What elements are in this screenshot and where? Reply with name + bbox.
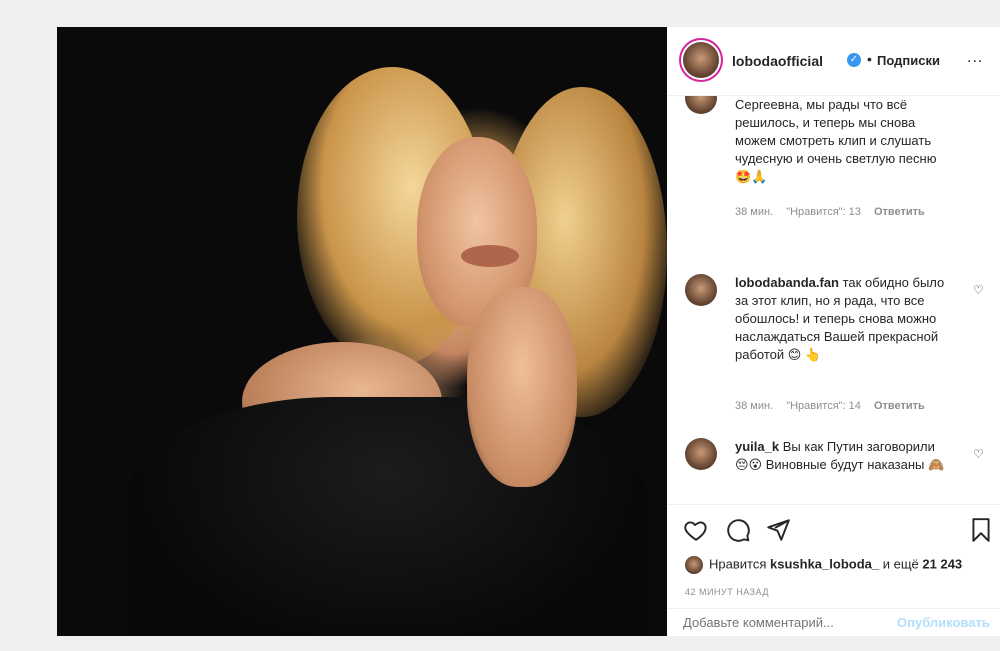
commenter-avatar[interactable] bbox=[685, 274, 717, 306]
comment-like-heart-icon[interactable]: ♡ bbox=[973, 284, 985, 296]
likes-count[interactable]: 21 243 bbox=[922, 556, 962, 571]
share-icon[interactable] bbox=[765, 517, 791, 543]
reply-button[interactable]: Ответить bbox=[874, 206, 925, 218]
comment-username[interactable]: yuila_k bbox=[735, 439, 779, 454]
commenter-avatar[interactable] bbox=[685, 96, 717, 114]
comment-icon[interactable] bbox=[725, 517, 751, 543]
liker-avatar[interactable] bbox=[685, 556, 703, 574]
comment-meta: 38 мин. "Нравится": 14 Ответить bbox=[735, 400, 935, 412]
post-actions: Нравится ksushka_loboda_ и ещё 21 243 42… bbox=[667, 504, 1000, 637]
likes-summary: Нравится ksushka_loboda_ и ещё 21 243 bbox=[685, 556, 962, 574]
comment-likes[interactable]: "Нравится": 13 bbox=[786, 206, 861, 218]
post-sidebar: lobodaofficial ✓ • Подписки ... Сергеевн… bbox=[667, 27, 1000, 636]
author-avatar[interactable] bbox=[683, 42, 719, 78]
likes-prefix: Нравится bbox=[709, 556, 767, 572]
instagram-post: lobodaofficial ✓ • Подписки ... Сергеевн… bbox=[57, 27, 1000, 636]
comment-text: Сергеевна, мы рады что всё решилось, и т… bbox=[735, 97, 937, 184]
add-comment-input[interactable] bbox=[683, 615, 883, 630]
comment-time[interactable]: 38 мин. bbox=[735, 400, 773, 412]
comment-like-heart-icon[interactable]: ♡ bbox=[973, 448, 985, 460]
bookmark-icon[interactable] bbox=[968, 517, 994, 543]
likes-suffix: и ещё bbox=[882, 556, 919, 572]
comment-username[interactable]: lobodabanda.fan bbox=[735, 275, 839, 290]
comment-meta: 38 мин. "Нравится": 13 Ответить bbox=[735, 206, 935, 218]
add-comment-row: Опубликовать bbox=[667, 608, 1000, 637]
author-username[interactable]: lobodaofficial bbox=[732, 53, 823, 69]
heart-icon[interactable] bbox=[683, 517, 709, 543]
comment-likes[interactable]: "Нравится": 14 bbox=[786, 400, 861, 412]
reply-button[interactable]: Ответить bbox=[874, 400, 925, 412]
liker-username[interactable]: ksushka_loboda_ bbox=[770, 556, 879, 571]
commenter-avatar[interactable] bbox=[685, 438, 717, 470]
following-button[interactable]: Подписки bbox=[877, 53, 940, 68]
comment-time[interactable]: 38 мин. bbox=[735, 206, 773, 218]
post-header: lobodaofficial ✓ • Подписки ... bbox=[667, 27, 1000, 96]
verified-badge-icon: ✓ bbox=[847, 53, 861, 67]
more-options-icon[interactable]: ... bbox=[967, 49, 983, 67]
publish-button[interactable]: Опубликовать bbox=[897, 615, 990, 630]
photo-hand bbox=[467, 287, 577, 487]
photo-lips bbox=[461, 245, 519, 267]
post-photo[interactable] bbox=[57, 27, 667, 636]
comments-list[interactable]: Сергеевна, мы рады что всё решилось, и т… bbox=[667, 96, 1000, 504]
post-timestamp[interactable]: 42 МИНУТ НАЗАД bbox=[685, 587, 769, 597]
header-separator: • bbox=[867, 51, 872, 67]
